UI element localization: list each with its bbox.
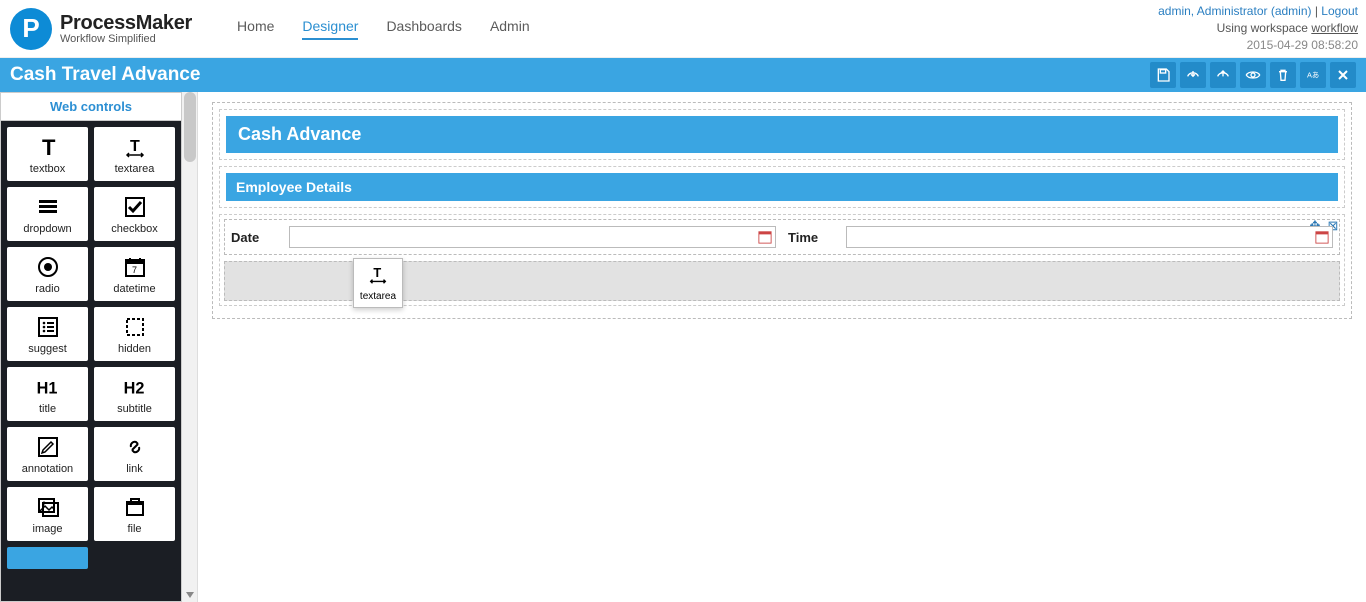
nav-home[interactable]: Home bbox=[237, 18, 274, 40]
nav-admin[interactable]: Admin bbox=[490, 18, 530, 40]
control-radio[interactable]: radio bbox=[7, 247, 88, 301]
logout-link[interactable]: Logout bbox=[1321, 4, 1358, 18]
save-button[interactable] bbox=[1150, 62, 1176, 88]
calendar-icon[interactable] bbox=[758, 230, 772, 244]
control-dropdown[interactable]: dropdown bbox=[7, 187, 88, 241]
preview-button[interactable] bbox=[1240, 62, 1266, 88]
swatch-black[interactable] bbox=[94, 547, 175, 569]
export-button[interactable] bbox=[1210, 62, 1236, 88]
fields-row-wrapper[interactable]: ✥ ⊠ Date Time bbox=[219, 214, 1345, 306]
brand: P ProcessMaker Workflow Simplified bbox=[10, 8, 192, 50]
main-nav: Home Designer Dashboards Admin bbox=[237, 18, 530, 40]
control-title[interactable]: H1title bbox=[7, 367, 88, 421]
scroll-thumb[interactable] bbox=[184, 92, 196, 162]
svg-text:T: T bbox=[130, 138, 140, 155]
date-field-col: Date bbox=[231, 226, 776, 248]
svg-text:Aあ: Aあ bbox=[1307, 71, 1319, 80]
control-image[interactable]: image bbox=[7, 487, 88, 541]
control-datetime[interactable]: 7datetime bbox=[94, 247, 175, 301]
controls-palette: Ttextbox Ttextarea dropdown checkbox rad… bbox=[1, 121, 181, 601]
control-hidden[interactable]: hidden bbox=[94, 307, 175, 361]
time-field-col: Time bbox=[788, 226, 1333, 248]
form-wrapper: Cash Advance Employee Details ✥ ⊠ Date bbox=[212, 102, 1352, 319]
time-label: Time bbox=[788, 230, 838, 245]
control-suggest[interactable]: suggest bbox=[7, 307, 88, 361]
sidebar-scrollbar[interactable] bbox=[182, 92, 198, 602]
titlebar: Cash Travel Advance Aあ bbox=[0, 58, 1366, 92]
timestamp: 2015-04-29 08:58:20 bbox=[1158, 37, 1358, 54]
swatch-blue[interactable] bbox=[7, 547, 88, 569]
title-row[interactable]: Cash Advance bbox=[219, 109, 1345, 160]
calendar-icon[interactable] bbox=[1315, 230, 1329, 244]
control-textarea[interactable]: Ttextarea bbox=[94, 127, 175, 181]
nav-designer[interactable]: Designer bbox=[302, 18, 358, 40]
svg-text:T: T bbox=[42, 135, 56, 159]
form-subtitle-bar[interactable]: Employee Details bbox=[226, 173, 1338, 201]
form-title-bar[interactable]: Cash Advance bbox=[226, 116, 1338, 153]
delete-button[interactable] bbox=[1270, 62, 1296, 88]
control-annotation[interactable]: annotation bbox=[7, 427, 88, 481]
scroll-arrow-down-icon[interactable] bbox=[186, 592, 194, 598]
sidebar-tab-web-controls[interactable]: Web controls bbox=[1, 93, 181, 121]
toolbar: Aあ bbox=[1150, 62, 1356, 88]
brand-name: ProcessMaker bbox=[60, 12, 192, 35]
workspace-name[interactable]: workflow bbox=[1311, 21, 1358, 35]
textarea-icon: T bbox=[367, 264, 389, 291]
control-subtitle[interactable]: H2subtitle bbox=[94, 367, 175, 421]
main-area: Web controls Ttextbox Ttextarea dropdown… bbox=[0, 92, 1366, 602]
svg-text:7: 7 bbox=[132, 265, 137, 275]
control-textbox[interactable]: Ttextbox bbox=[7, 127, 88, 181]
drag-ghost-textarea[interactable]: T textarea bbox=[353, 258, 403, 308]
control-link[interactable]: link bbox=[94, 427, 175, 481]
page-title: Cash Travel Advance bbox=[10, 64, 200, 86]
drag-ghost-label: textarea bbox=[360, 291, 396, 302]
user-info: admin, Administrator (admin) | Logout Us… bbox=[1158, 3, 1358, 53]
subtitle-row[interactable]: Employee Details bbox=[219, 166, 1345, 208]
svg-text:T: T bbox=[373, 265, 381, 280]
svg-text:H1: H1 bbox=[36, 380, 57, 398]
drop-target-row[interactable]: T textarea bbox=[224, 261, 1340, 301]
time-input[interactable] bbox=[846, 226, 1333, 248]
date-label: Date bbox=[231, 230, 281, 245]
import-button[interactable] bbox=[1180, 62, 1206, 88]
control-file[interactable]: file bbox=[94, 487, 175, 541]
logo-icon: P bbox=[10, 8, 52, 50]
svg-text:H2: H2 bbox=[123, 380, 144, 398]
date-input[interactable] bbox=[289, 226, 776, 248]
user-link[interactable]: admin, Administrator (admin) bbox=[1158, 4, 1311, 18]
topbar: P ProcessMaker Workflow Simplified Home … bbox=[0, 0, 1366, 58]
close-button[interactable] bbox=[1330, 62, 1356, 88]
language-button[interactable]: Aあ bbox=[1300, 62, 1326, 88]
form-canvas[interactable]: Cash Advance Employee Details ✥ ⊠ Date bbox=[198, 92, 1366, 602]
nav-dashboards[interactable]: Dashboards bbox=[386, 18, 462, 40]
sidebar: Web controls Ttextbox Ttextarea dropdown… bbox=[0, 92, 182, 602]
control-checkbox[interactable]: checkbox bbox=[94, 187, 175, 241]
